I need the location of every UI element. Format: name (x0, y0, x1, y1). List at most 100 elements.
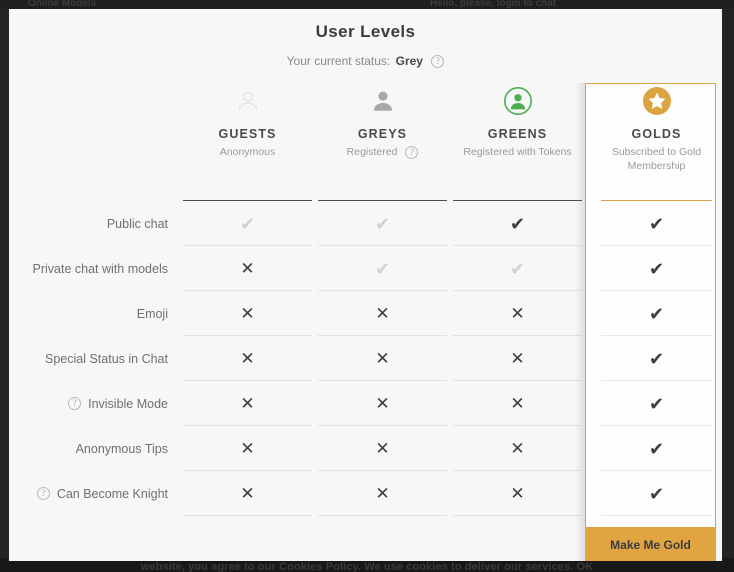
feature-label-text: Public chat (106, 216, 168, 231)
cross-icon: ✕ (510, 439, 525, 458)
feature-cell-greens: ✕ (450, 336, 585, 381)
column-header-greys: GREYS Registered ? (315, 75, 450, 201)
column-header-greens: GREENS Registered with Tokens (450, 75, 585, 201)
feature-label-text: Private chat with models (32, 261, 168, 276)
check-icon: ✔ (648, 303, 665, 324)
cross-icon: ✕ (375, 304, 390, 323)
feature-cell-greys: ✕ (315, 291, 450, 336)
cross-icon: ✕ (240, 259, 255, 278)
person-outline-icon (235, 83, 261, 119)
cross-icon: ✕ (510, 394, 525, 413)
feature-cell-golds: ✔ (591, 426, 722, 471)
question-circle-icon[interactable]: ? (68, 397, 82, 410)
feature-cell-greys: ✔ (315, 201, 450, 246)
current-status-line: Your current status: Grey ? (9, 54, 722, 69)
feature-cell-guests: ✕ (180, 291, 315, 336)
feature-label-text: Anonymous Tips (75, 441, 168, 456)
feature-cell-golds: ✔ (591, 291, 722, 336)
user-levels-modal: User Levels Your current status: Grey ? … (9, 9, 722, 561)
cross-icon: ✕ (375, 439, 390, 458)
cross-icon: ✕ (240, 439, 255, 458)
check-icon: ✔ (648, 213, 665, 234)
feature-cell-guests: ✕ (180, 336, 315, 381)
ghost-nav-left: Online Models (28, 0, 97, 9)
feature-label-text: Special Status in Chat (45, 351, 168, 366)
check-icon: ✔ (648, 258, 665, 279)
current-status-label: Your current status: (286, 54, 391, 68)
table-row: Private chat with models ✕ ✔ ✔ ✔ (9, 246, 722, 291)
current-status-value: Grey (395, 54, 423, 68)
table-header-row: GUESTS Anonymous GREYS Registered ? GREE… (9, 75, 722, 201)
cross-icon: ✕ (240, 304, 255, 323)
check-icon: ✔ (648, 348, 665, 369)
column-name-greens: GREENS (487, 127, 548, 141)
column-subtitle-text-greens: Registered with Tokens (463, 146, 572, 158)
check-icon: ✔ (509, 258, 526, 279)
feature-cell-guests: ✔ (180, 201, 315, 246)
backdrop-top-strip: Online Models Hello, please, login to ch… (0, 0, 734, 9)
feature-cell-greys: ✔ (315, 246, 450, 291)
cross-icon: ✕ (375, 394, 390, 413)
table-row: ? Can Become Knight ✕ ✕ ✕ ✔ (9, 471, 722, 516)
column-subtitle-text-greys: Registered (346, 146, 398, 158)
person-circle-green-icon (503, 83, 533, 119)
table-row: Emoji ✕ ✕ ✕ ✔ (9, 291, 722, 336)
feature-rows-container: Public chat ✔ ✔ ✔ ✔ Private chat with models ✕… (9, 201, 722, 516)
feature-label-cell: Special Status in Chat (9, 336, 180, 381)
column-header-guests: GUESTS Anonymous (180, 75, 315, 201)
cross-icon: ✕ (510, 484, 525, 503)
person-solid-icon (370, 83, 396, 119)
feature-cell-guests: ✕ (180, 471, 315, 516)
feature-cell-golds: ✔ (591, 336, 722, 381)
column-subtitle-greens: Registered with Tokens (463, 145, 571, 159)
question-circle-icon[interactable]: ? (36, 487, 50, 500)
status-help-icon[interactable]: ? (431, 55, 445, 69)
check-icon: ✔ (509, 213, 526, 234)
cross-icon: ✕ (240, 349, 255, 368)
feature-cell-guests: ✕ (180, 426, 315, 471)
feature-label-cell: ? Invisible Mode (9, 381, 180, 426)
column-subtitle-greys: Registered ? (347, 145, 419, 159)
page-title: User Levels (315, 22, 416, 41)
column-header-golds: GOLDS Subscribed to Gold Membership (591, 75, 722, 201)
feature-label-cell: Emoji (9, 291, 180, 336)
cross-icon: ✕ (240, 484, 255, 503)
feature-label-cell: Anonymous Tips (9, 426, 180, 471)
table-row: Special Status in Chat ✕ ✕ ✕ ✔ (9, 336, 722, 381)
cross-icon: ✕ (510, 349, 525, 368)
feature-cell-greens: ✕ (450, 291, 585, 336)
feature-cell-greens: ✔ (450, 246, 585, 291)
feature-cell-golds: ✔ (591, 246, 722, 291)
star-circle-gold-icon (642, 83, 672, 119)
cookie-banner-text: website, you agree to our Cookies Policy… (140, 561, 594, 572)
feature-cell-golds: ✔ (591, 201, 722, 246)
column-subtitle-text-golds: Subscribed to Gold Membership (611, 146, 702, 173)
check-icon: ✔ (239, 213, 256, 234)
table-row: Anonymous Tips ✕ ✕ ✕ ✔ (9, 426, 722, 471)
ghost-nav-right: Hello, please, login to chat (430, 0, 557, 9)
check-icon: ✔ (374, 258, 391, 279)
feature-cell-greens: ✕ (450, 381, 585, 426)
feature-label-cell: Public chat (9, 201, 180, 246)
column-subtitle-text-guests: Anonymous (219, 146, 276, 158)
column-name-guests: GUESTS (218, 127, 277, 141)
table-row: Public chat ✔ ✔ ✔ ✔ (9, 201, 722, 246)
cross-icon: ✕ (375, 349, 390, 368)
column-subtitle-golds: Subscribed to Gold Membership (597, 145, 717, 173)
cross-icon: ✕ (510, 304, 525, 323)
feature-cell-greens: ✕ (450, 471, 585, 516)
feature-cell-golds: ✔ (591, 471, 722, 516)
check-icon: ✔ (374, 213, 391, 234)
check-icon: ✔ (648, 393, 665, 414)
feature-cell-greys: ✕ (315, 471, 450, 516)
cross-icon: ✕ (240, 394, 255, 413)
feature-cell-greys: ✕ (315, 381, 450, 426)
feature-label-cell: Private chat with models (9, 246, 180, 291)
feature-cell-greens: ✔ (450, 201, 585, 246)
make-me-gold-button[interactable]: Make Me Gold (585, 528, 716, 561)
gold-panel-shadow (575, 83, 585, 561)
feature-cell-greens: ✕ (450, 426, 585, 471)
check-icon: ✔ (648, 483, 665, 504)
column-name-greys: GREYS (357, 127, 408, 141)
greys-help-icon[interactable]: ? (405, 145, 419, 159)
